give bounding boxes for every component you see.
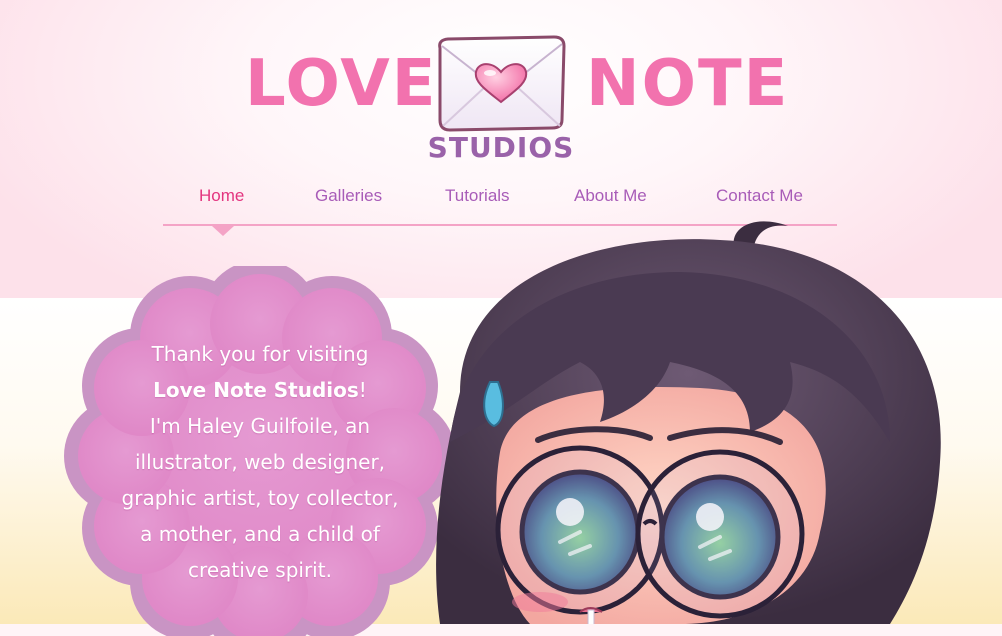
nav-active-indicator	[212, 226, 234, 236]
nav-about-me[interactable]: About Me	[574, 186, 647, 206]
logo-subtitle: STUDIOS	[427, 131, 575, 164]
welcome-line-4: illustrator, web designer,	[134, 450, 386, 474]
nav-contact-me[interactable]: Contact Me	[716, 186, 803, 206]
welcome-line-7: creative spirit.	[188, 558, 332, 582]
logo-word-love: LOVE	[245, 47, 438, 121]
nav-galleries[interactable]: Galleries	[315, 186, 382, 206]
chibi-girl-with-glasses-illustration	[436, 221, 941, 624]
welcome-studio-name: Love Note Studios	[153, 378, 359, 402]
welcome-line-1: Thank you for visiting	[151, 342, 369, 366]
site-logo[interactable]: LOVE NOTE STUDIOS	[0, 0, 1002, 170]
nav-home[interactable]: Home	[199, 186, 244, 206]
welcome-line-2: Love Note Studios!	[100, 372, 420, 408]
logo-word-note: NOTE	[586, 47, 790, 121]
welcome-line-3: I'm Haley Guilfoile, an	[149, 414, 371, 438]
welcome-line-5: graphic artist, toy collector,	[121, 486, 399, 510]
nav-tutorials[interactable]: Tutorials	[445, 186, 510, 206]
envelope-heart-icon	[438, 35, 566, 132]
welcome-line-6: a mother, and a child of	[140, 522, 380, 546]
welcome-exclamation: !	[358, 378, 367, 402]
welcome-message: Thank you for visiting Love Note Studios…	[100, 336, 420, 588]
